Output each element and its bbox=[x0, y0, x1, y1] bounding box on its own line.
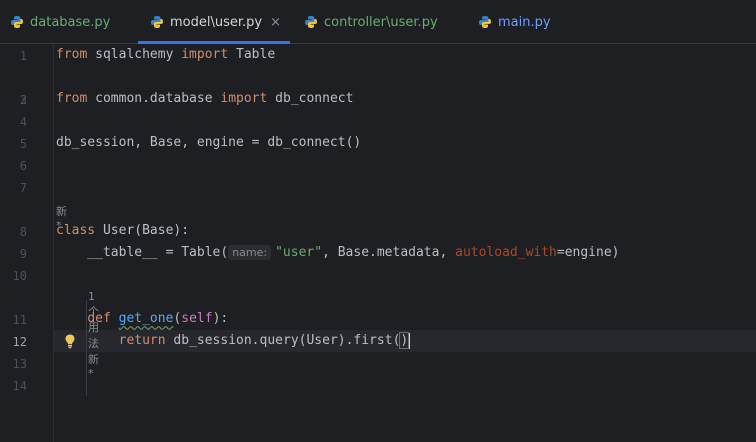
tab-model-user-py[interactable]: model\user.py × bbox=[150, 0, 281, 44]
import-name: Table bbox=[228, 47, 276, 62]
code-line-3: from common.database import db_connect bbox=[56, 88, 353, 110]
code-text: db_session.query(User).first( bbox=[165, 333, 401, 348]
module-name: common.database bbox=[87, 91, 221, 106]
line-number: 13 bbox=[12, 357, 27, 371]
python-file-icon bbox=[304, 15, 318, 29]
code-line-12: return db_session.query(User).first() bbox=[56, 330, 411, 352]
tab-label: model\user.py bbox=[170, 14, 263, 30]
line-number: 11 bbox=[12, 313, 27, 327]
line-number: 6 bbox=[19, 159, 27, 173]
line-number-gutter[interactable]: 1 2 2 3 4 5 6 7 8 9 10 11 12 13 14 bbox=[0, 44, 54, 442]
tab-label: database.py bbox=[30, 14, 111, 30]
class-declaration: User(Base): bbox=[95, 223, 190, 238]
keyword: import bbox=[220, 91, 268, 106]
close-tab-icon[interactable]: × bbox=[270, 15, 281, 30]
line-number: 3 bbox=[19, 93, 27, 107]
text-caret bbox=[408, 332, 411, 349]
python-file-icon bbox=[10, 15, 24, 29]
keyword: import bbox=[181, 47, 229, 62]
string-literal: "user" bbox=[275, 245, 323, 260]
keyword: def bbox=[87, 311, 111, 326]
code-line-5: db_session, Base, engine = db_connect() bbox=[56, 135, 362, 150]
line-number: 1 bbox=[19, 49, 27, 63]
python-file-icon bbox=[150, 15, 164, 29]
code-text: , Base.metadata, bbox=[322, 245, 456, 260]
tab-label: controller\user.py bbox=[324, 14, 438, 30]
paren: ): bbox=[212, 311, 229, 326]
self-parameter: self bbox=[181, 311, 213, 326]
keyword: from bbox=[56, 47, 88, 62]
keyword: return bbox=[118, 333, 166, 348]
line-number: 4 bbox=[19, 115, 27, 129]
module-name: sqlalchemy bbox=[87, 47, 182, 62]
import-name: db_connect bbox=[267, 91, 354, 106]
code-line-11: def get_one(self): bbox=[56, 308, 228, 330]
tab-controller-user-py[interactable]: controller\user.py bbox=[304, 0, 438, 44]
tab-main-py[interactable]: main.py bbox=[478, 0, 551, 44]
code-line-9: __table__ = Table(name: "user", Base.meta… bbox=[56, 242, 620, 264]
line-number: 9 bbox=[19, 247, 27, 261]
parameter-hint: name: bbox=[228, 245, 272, 260]
tab-database-py[interactable]: database.py bbox=[10, 0, 110, 44]
line-number: 8 bbox=[19, 225, 27, 239]
code-text: =engine) bbox=[556, 245, 620, 260]
line-number: 5 bbox=[19, 137, 27, 151]
line-number-current: 12 bbox=[12, 335, 27, 349]
keyword: class bbox=[56, 223, 96, 238]
function-name: get_one bbox=[118, 311, 174, 326]
keyword: from bbox=[56, 91, 88, 106]
python-file-icon bbox=[478, 15, 492, 29]
keyword-argument: autoload_with bbox=[455, 245, 557, 260]
line-number: 10 bbox=[12, 269, 27, 283]
code-line-1: from sqlalchemy import Table bbox=[56, 44, 275, 66]
line-number: 14 bbox=[12, 379, 27, 393]
code-line-8: class User(Base): bbox=[56, 220, 189, 242]
line-number: 7 bbox=[19, 181, 27, 195]
code-text: __table__ = Table( bbox=[56, 245, 229, 260]
tab-label: main.py bbox=[498, 14, 551, 30]
matched-paren: ) bbox=[399, 332, 410, 349]
editor-tab-bar: database.py model\user.py × controller\u… bbox=[0, 0, 756, 44]
